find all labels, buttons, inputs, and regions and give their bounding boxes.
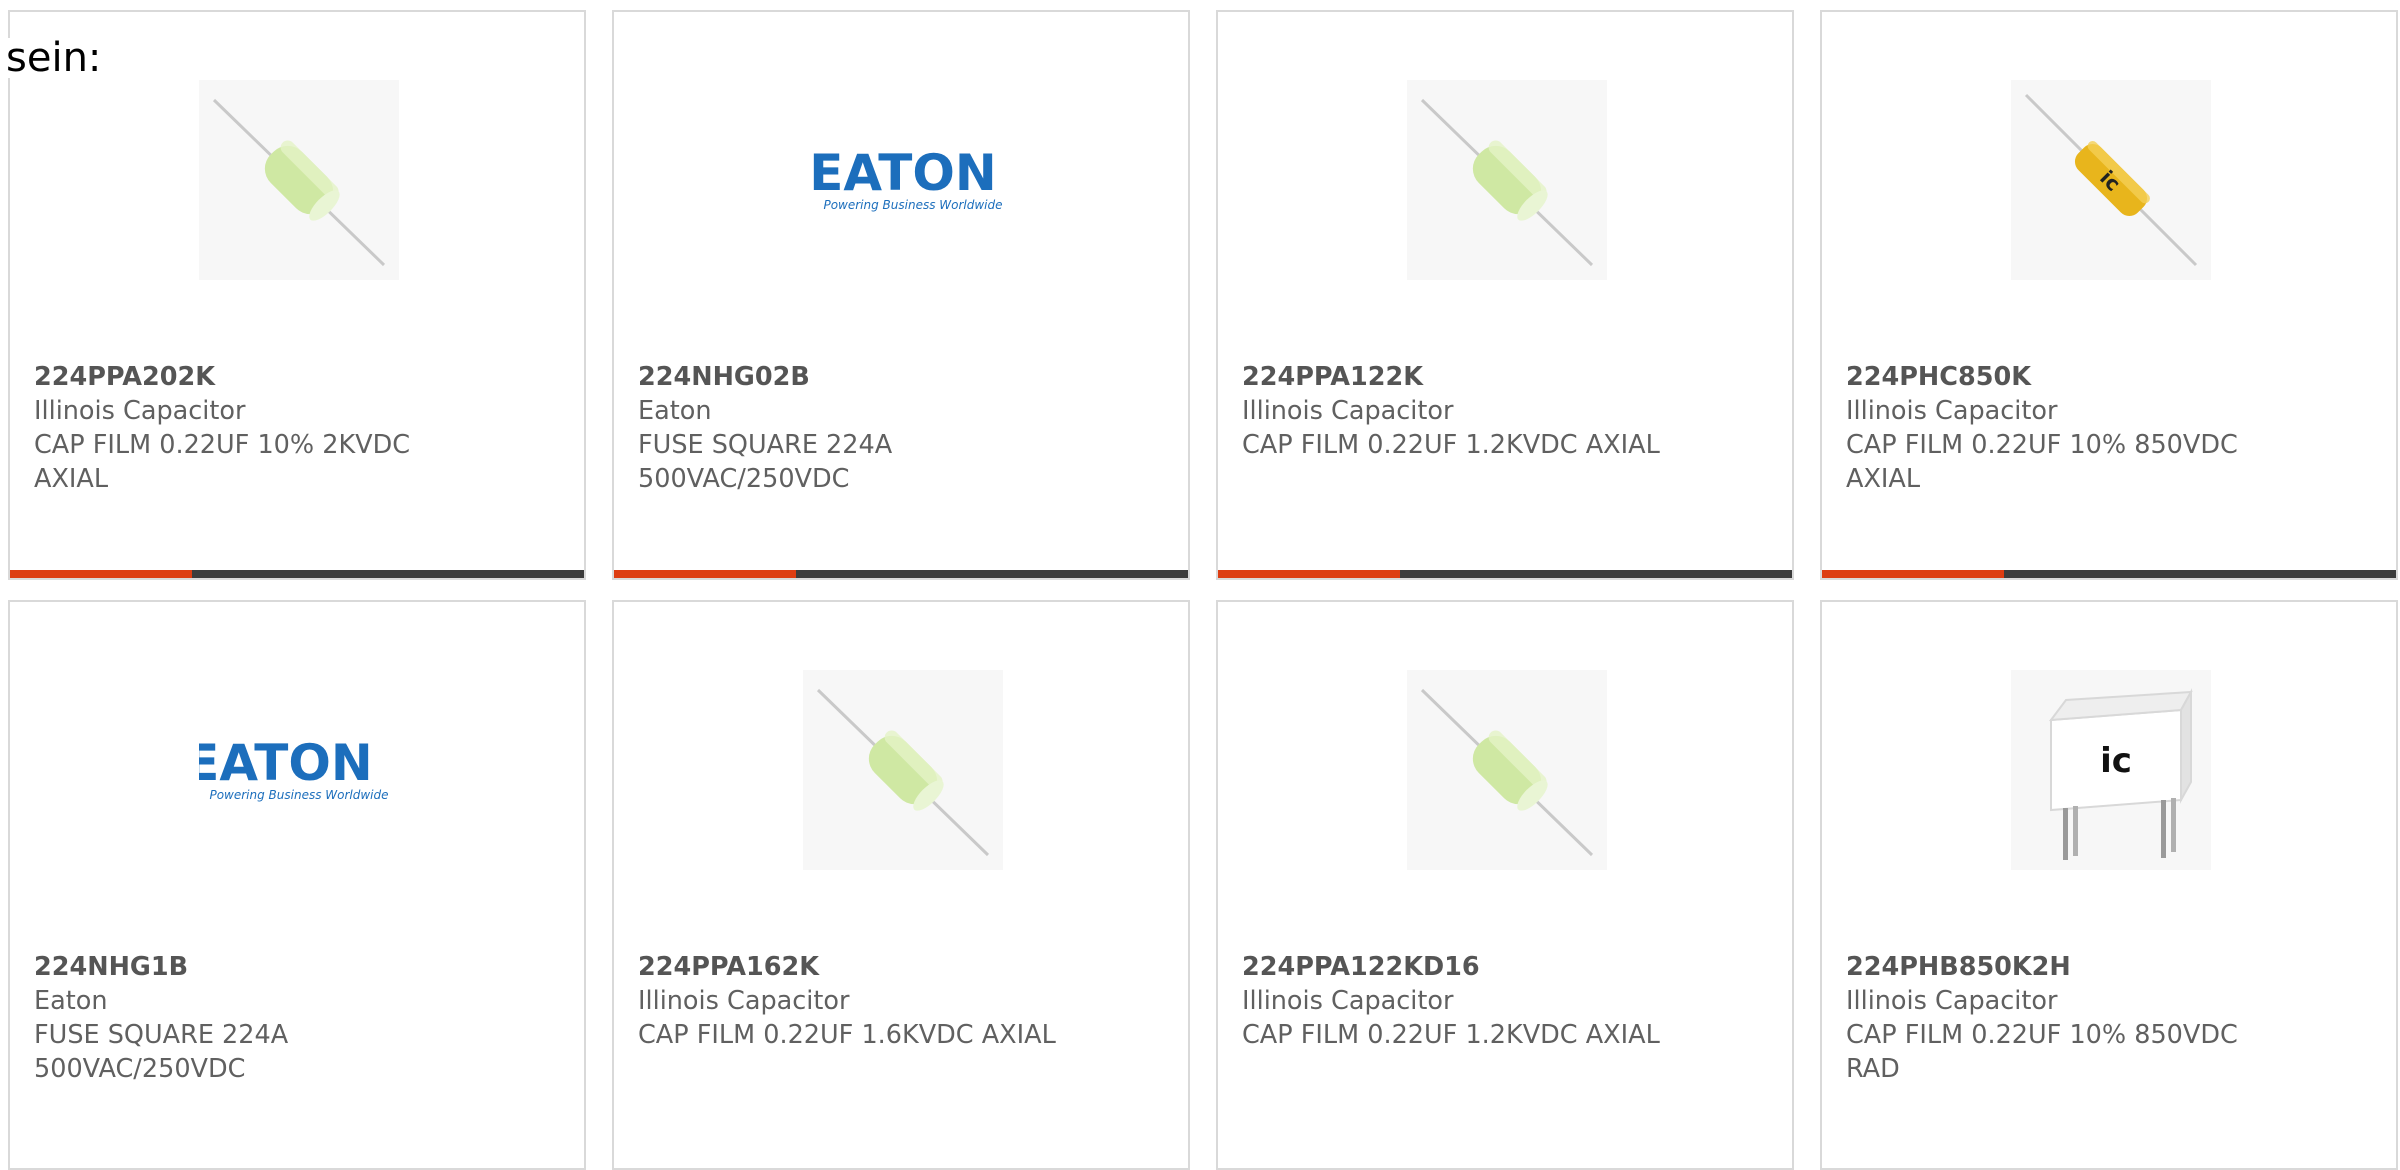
product-image[interactable]: EATON Powering Business Worldwide bbox=[199, 670, 399, 870]
product-image[interactable]: EATON Powering Business Worldwide bbox=[803, 80, 1003, 280]
product-image[interactable]: ic bbox=[2011, 80, 2211, 280]
manufacturer: Eaton bbox=[34, 986, 108, 1016]
eaton-logo-tagline: Powering Business Worldwide bbox=[209, 788, 388, 802]
manufacturer: Illinois Capacitor bbox=[1242, 986, 1454, 1016]
manufacturer: Illinois Capacitor bbox=[34, 396, 246, 426]
card-bar-accent bbox=[1218, 570, 1400, 578]
product-card[interactable]: 224PPA162K Illinois Capacitor CAP FILM 0… bbox=[612, 600, 1190, 1170]
eaton-logo-word: EATON bbox=[809, 144, 996, 202]
description-cont: RAD bbox=[1846, 1054, 1900, 1084]
product-image[interactable] bbox=[1407, 80, 1607, 280]
part-number[interactable]: 224NHG1B bbox=[34, 950, 564, 984]
part-number[interactable]: 224NHG02B bbox=[638, 360, 1168, 394]
green-capacitor-icon bbox=[199, 80, 399, 280]
green-capacitor-icon bbox=[1407, 670, 1607, 870]
radial-capacitor-icon: ic bbox=[2011, 670, 2211, 870]
description: FUSE SQUARE 224A bbox=[638, 430, 893, 460]
ic-mark: ic bbox=[2100, 741, 2132, 781]
part-number[interactable]: 224PPA122K bbox=[1242, 360, 1772, 394]
product-image[interactable] bbox=[199, 80, 399, 280]
eaton-logo-tagline: Powering Business Worldwide bbox=[823, 198, 1002, 212]
description-cont: AXIAL bbox=[1846, 464, 1921, 494]
product-image[interactable]: ic bbox=[2011, 670, 2211, 870]
description: CAP FILM 0.22UF 10% 850VDC bbox=[1846, 430, 2238, 460]
product-card[interactable]: EATON Powering Business Worldwide 224NHG… bbox=[612, 10, 1190, 580]
description: CAP FILM 0.22UF 1.2KVDC AXIAL bbox=[1242, 1020, 1660, 1050]
part-number[interactable]: 224PPA122KD16 bbox=[1242, 950, 1772, 984]
product-card[interactable]: ic 224PHC850K Illinois Capacitor CAP FIL… bbox=[1820, 10, 2398, 580]
green-capacitor-icon bbox=[1407, 80, 1607, 280]
product-image[interactable] bbox=[1407, 670, 1607, 870]
manufacturer: Illinois Capacitor bbox=[1846, 986, 2058, 1016]
product-card[interactable]: 224PPA122K Illinois Capacitor CAP FILM 0… bbox=[1216, 10, 1794, 580]
green-capacitor-icon bbox=[803, 670, 1003, 870]
lead-text: sein: bbox=[6, 38, 106, 78]
product-image[interactable] bbox=[803, 670, 1003, 870]
card-bar-accent bbox=[10, 570, 192, 578]
part-number[interactable]: 224PHC850K bbox=[1846, 360, 2376, 394]
manufacturer: Eaton bbox=[638, 396, 712, 426]
eaton-logo-icon: EATON Powering Business Worldwide bbox=[803, 80, 1003, 280]
description: CAP FILM 0.22UF 10% 850VDC bbox=[1846, 1020, 2238, 1050]
card-bar bbox=[1822, 570, 2396, 578]
card-bar bbox=[10, 570, 584, 578]
description: CAP FILM 0.22UF 10% 2KVDC bbox=[34, 430, 411, 460]
card-bar-accent bbox=[614, 570, 796, 578]
product-card[interactable]: 224PPA122KD16 Illinois Capacitor CAP FIL… bbox=[1216, 600, 1794, 1170]
manufacturer: Illinois Capacitor bbox=[1242, 396, 1454, 426]
eaton-logo-icon: EATON Powering Business Worldwide bbox=[199, 670, 399, 870]
manufacturer: Illinois Capacitor bbox=[1846, 396, 2058, 426]
yellow-capacitor-icon: ic bbox=[2011, 80, 2211, 280]
eaton-logo-word: EATON bbox=[199, 734, 373, 792]
description: CAP FILM 0.22UF 1.2KVDC AXIAL bbox=[1242, 430, 1660, 460]
manufacturer: Illinois Capacitor bbox=[638, 986, 850, 1016]
product-card[interactable]: EATON Powering Business Worldwide 224NHG… bbox=[8, 600, 586, 1170]
description-cont: 500VAC/250VDC bbox=[34, 1054, 246, 1084]
part-number[interactable]: 224PPA162K bbox=[638, 950, 1168, 984]
description-cont: AXIAL bbox=[34, 464, 109, 494]
description: CAP FILM 0.22UF 1.6KVDC AXIAL bbox=[638, 1020, 1056, 1050]
description-cont: 500VAC/250VDC bbox=[638, 464, 850, 494]
product-card[interactable]: 224PPA202K Illinois Capacitor CAP FILM 0… bbox=[8, 10, 586, 580]
card-bar bbox=[1218, 570, 1792, 578]
product-card[interactable]: ic 224PHB850K2H Illinois Capacitor CAP F… bbox=[1820, 600, 2398, 1170]
part-number[interactable]: 224PPA202K bbox=[34, 360, 564, 394]
part-number[interactable]: 224PHB850K2H bbox=[1846, 950, 2376, 984]
card-bar bbox=[614, 570, 1188, 578]
card-bar-accent bbox=[1822, 570, 2004, 578]
description: FUSE SQUARE 224A bbox=[34, 1020, 289, 1050]
